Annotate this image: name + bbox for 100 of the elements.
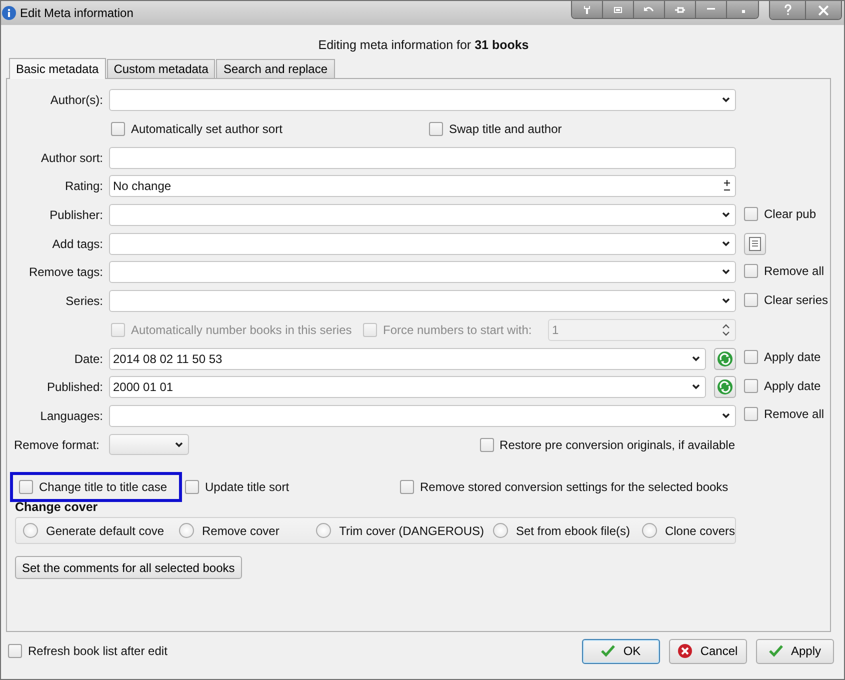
check-icon — [601, 645, 616, 657]
caret-icon — [722, 97, 730, 104]
number-value: 1 — [552, 322, 560, 337]
field-label: Publisher: — [48, 208, 103, 222]
checkbox[interactable] — [744, 292, 758, 307]
field-value: No change — [113, 179, 172, 194]
group-title: Change cover — [15, 500, 99, 514]
field-label: Remove format: — [14, 438, 100, 452]
checkbox[interactable] — [744, 264, 758, 278]
field-label: Rating: — [64, 179, 103, 194]
cancel-button[interactable]: Cancel — [669, 638, 747, 664]
caret-icon — [722, 269, 730, 276]
field-label: Author sort: — [40, 150, 103, 165]
radio-button[interactable] — [23, 523, 38, 538]
plus-minus-icon — [724, 180, 730, 192]
dialog-heading: Editing meta information for 31 books — [317, 38, 530, 52]
field-label: Author(s): — [49, 93, 103, 108]
radio-button[interactable] — [642, 523, 657, 538]
checkbox-label: Restore pre conversion originals, if available — [500, 438, 735, 452]
combo-field[interactable] — [109, 290, 736, 312]
radio-label: Remove cover — [202, 524, 280, 538]
field-label: Add tags: — [51, 236, 103, 251]
apply-button[interactable]: Apply — [756, 638, 834, 664]
tab[interactable]: Basic metadata — [9, 58, 106, 79]
radio-label: Generate default cove — [46, 524, 164, 538]
checkbox[interactable] — [744, 206, 758, 221]
field-label: Published: — [46, 380, 103, 394]
radio-label: Set from ebook file(s) — [516, 524, 630, 538]
checkbox-label: Remove stored conversion settings for the selected books — [420, 480, 728, 494]
radio-button[interactable] — [178, 523, 194, 538]
reset-button[interactable] — [714, 348, 736, 370]
combo-field[interactable] — [109, 204, 736, 226]
comments-button[interactable]: Set the comments for all selected books — [15, 556, 242, 580]
rating-field[interactable]: No change — [109, 175, 736, 198]
field-label: Date: — [73, 352, 103, 366]
checkbox[interactable] — [744, 407, 758, 422]
field-label: Remove tags: — [28, 265, 103, 280]
checkbox-label: Apply date — [764, 350, 821, 364]
combo-field[interactable] — [109, 232, 736, 255]
checkbox-label: Automatically number books in this series — [131, 322, 352, 337]
check-icon — [768, 645, 783, 657]
text-field[interactable] — [109, 146, 736, 169]
caret-icon — [692, 356, 700, 362]
ok-button[interactable]: OK — [582, 638, 660, 664]
checkbox-label: Swap title and author — [449, 122, 562, 136]
combo-field[interactable]: 2000 01 01 — [109, 376, 706, 398]
combo-field[interactable] — [109, 89, 736, 112]
field-label: Languages: — [39, 408, 103, 423]
radio-label: Trim cover (DANGEROUS) — [339, 524, 484, 538]
tab[interactable]: Custom metadata — [106, 59, 216, 78]
caret-icon — [722, 212, 730, 218]
radio-button[interactable] — [316, 523, 332, 538]
field-label: Series: — [64, 294, 103, 308]
caret-icon — [722, 298, 730, 304]
combo-field[interactable] — [109, 261, 736, 284]
checkbox[interactable] — [429, 122, 443, 136]
checkbox[interactable] — [744, 350, 758, 364]
undo-icon[interactable] — [634, 1, 665, 18]
window-title: Edit Meta information — [20, 6, 134, 20]
radio-button[interactable] — [492, 523, 508, 538]
caret-icon — [722, 240, 730, 247]
caret-icon — [175, 442, 183, 448]
checkbox[interactable] — [185, 480, 199, 494]
checkbox-label: Clear pub — [764, 206, 816, 221]
checkbox[interactable] — [8, 644, 22, 658]
radio-label: Clone covers — [664, 524, 735, 538]
spin-arrows-icon — [722, 324, 730, 336]
field-value: 2000 01 01 — [113, 380, 174, 394]
checkbox[interactable] — [480, 438, 494, 452]
checkbox-label: Automatically set author sort — [131, 122, 282, 136]
reset-button[interactable] — [714, 376, 736, 398]
checkbox[interactable] — [400, 480, 414, 494]
checkbox-label: Remove all — [764, 407, 824, 422]
field-value: 2014 08 02 11 50 53 — [113, 352, 224, 366]
checkbox-label: Remove all — [764, 264, 824, 278]
checkbox-label: Refresh book list after edit — [28, 644, 168, 658]
checkbox-label: Clear series — [764, 292, 828, 307]
tab[interactable]: Search and replace — [216, 59, 335, 78]
help-icon[interactable] — [770, 1, 806, 19]
checkbox[interactable] — [19, 480, 33, 494]
format-dropdown[interactable] — [109, 434, 189, 456]
pin-icon[interactable] — [665, 1, 696, 18]
checkbox[interactable] — [744, 378, 758, 393]
cancel-icon — [678, 644, 692, 658]
close-icon[interactable] — [806, 1, 841, 19]
checkbox-label: Force numbers to start with: — [383, 322, 532, 337]
caret-icon — [722, 412, 730, 419]
wrench-icon[interactable] — [572, 1, 603, 18]
checkbox-label: Apply date — [764, 378, 821, 393]
tag-editor-button[interactable] — [744, 232, 766, 255]
checkbox[interactable] — [111, 122, 125, 136]
list-icon — [749, 236, 761, 251]
combo-field[interactable]: 2014 08 02 11 50 53 — [109, 348, 706, 370]
caret-icon — [692, 384, 700, 390]
minimize-icon[interactable] — [696, 1, 727, 18]
checkbox-label: Change title to title case — [39, 480, 168, 494]
combo-field[interactable] — [109, 404, 736, 427]
info-icon — [2, 6, 16, 20]
window-icon[interactable] — [603, 1, 634, 18]
checkbox-label: Update title sort — [205, 480, 290, 494]
